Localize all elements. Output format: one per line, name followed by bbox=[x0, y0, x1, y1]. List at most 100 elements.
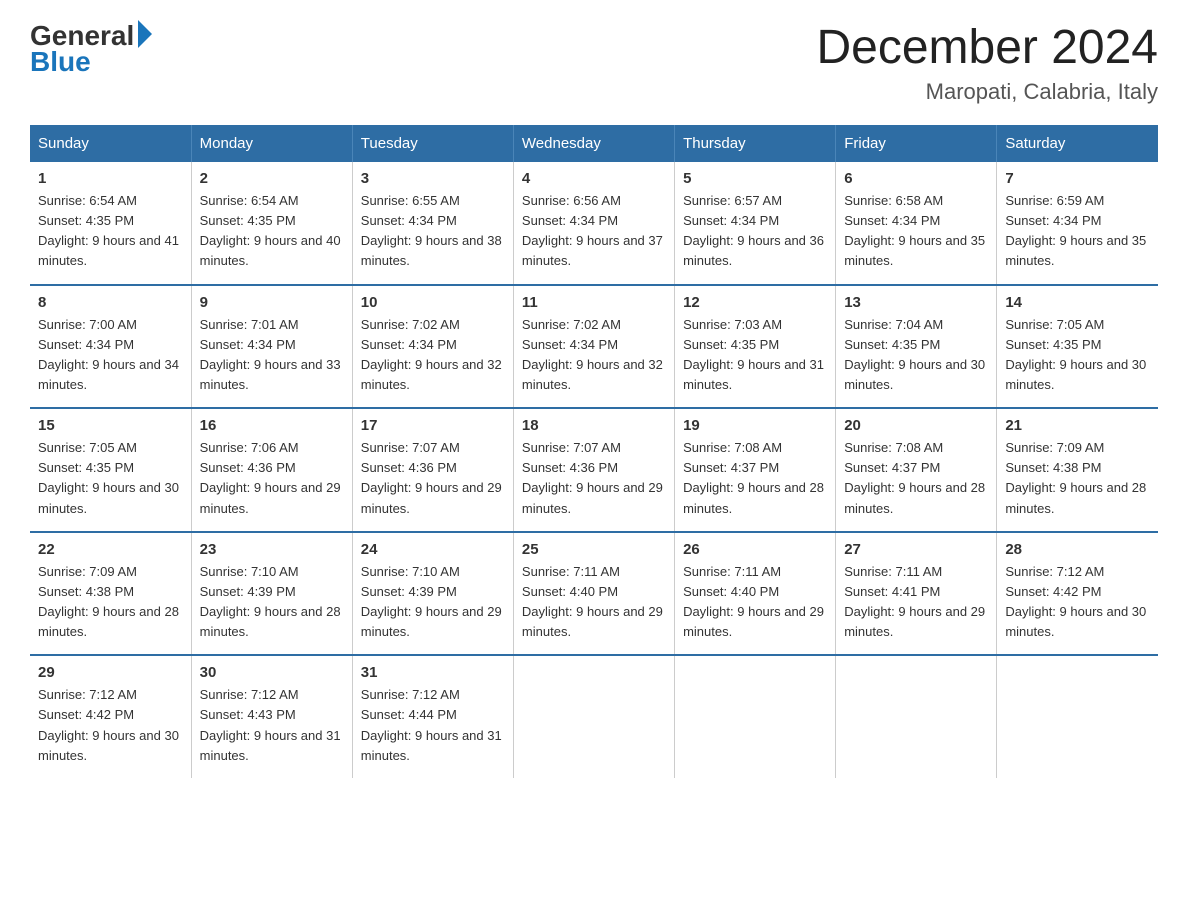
day-info: Sunrise: 6:59 AMSunset: 4:34 PMDaylight:… bbox=[1005, 191, 1150, 272]
day-number: 9 bbox=[200, 294, 344, 311]
header-row: SundayMondayTuesdayWednesdayThursdayFrid… bbox=[30, 125, 1158, 162]
calendar-cell: 1 Sunrise: 6:54 AMSunset: 4:35 PMDaylight… bbox=[30, 162, 191, 285]
day-info: Sunrise: 6:57 AMSunset: 4:34 PMDaylight:… bbox=[683, 191, 827, 272]
day-number: 25 bbox=[522, 541, 666, 558]
day-number: 1 bbox=[38, 170, 183, 187]
calendar-cell: 18 Sunrise: 7:07 AMSunset: 4:36 PMDayligh… bbox=[513, 408, 674, 532]
day-info: Sunrise: 7:07 AMSunset: 4:36 PMDaylight:… bbox=[522, 438, 666, 519]
day-info: Sunrise: 7:04 AMSunset: 4:35 PMDaylight:… bbox=[844, 315, 988, 396]
calendar-cell: 12 Sunrise: 7:03 AMSunset: 4:35 PMDayligh… bbox=[675, 285, 836, 409]
day-number: 26 bbox=[683, 541, 827, 558]
day-of-week-header: Friday bbox=[836, 125, 997, 162]
day-info: Sunrise: 7:01 AMSunset: 4:34 PMDaylight:… bbox=[200, 315, 344, 396]
day-info: Sunrise: 7:12 AMSunset: 4:44 PMDaylight:… bbox=[361, 685, 505, 766]
day-number: 8 bbox=[38, 294, 183, 311]
logo: General Blue bbox=[30, 20, 152, 78]
day-of-week-header: Tuesday bbox=[352, 125, 513, 162]
calendar-cell: 23 Sunrise: 7:10 AMSunset: 4:39 PMDayligh… bbox=[191, 532, 352, 656]
day-number: 24 bbox=[361, 541, 505, 558]
calendar-cell: 19 Sunrise: 7:08 AMSunset: 4:37 PMDayligh… bbox=[675, 408, 836, 532]
location-subtitle: Maropati, Calabria, Italy bbox=[816, 79, 1158, 105]
day-number: 2 bbox=[200, 170, 344, 187]
calendar-cell: 29 Sunrise: 7:12 AMSunset: 4:42 PMDayligh… bbox=[30, 655, 191, 778]
day-number: 21 bbox=[1005, 417, 1150, 434]
day-number: 17 bbox=[361, 417, 505, 434]
day-number: 31 bbox=[361, 664, 505, 681]
calendar-cell: 3Sunrise: 6:55 AMSunset: 4:34 PMDaylight… bbox=[352, 162, 513, 285]
day-info: Sunrise: 7:08 AMSunset: 4:37 PMDaylight:… bbox=[683, 438, 827, 519]
day-info: Sunrise: 6:56 AMSunset: 4:34 PMDaylight:… bbox=[522, 191, 666, 272]
logo-arrow-icon bbox=[138, 20, 152, 48]
day-info: Sunrise: 6:54 AMSunset: 4:35 PMDaylight:… bbox=[200, 191, 344, 272]
calendar-week-row: 1 Sunrise: 6:54 AMSunset: 4:35 PMDaylight… bbox=[30, 162, 1158, 285]
day-info: Sunrise: 7:05 AMSunset: 4:35 PMDaylight:… bbox=[1005, 315, 1150, 396]
calendar-cell: 20Sunrise: 7:08 AMSunset: 4:37 PMDayligh… bbox=[836, 408, 997, 532]
day-number: 27 bbox=[844, 541, 988, 558]
day-number: 6 bbox=[844, 170, 988, 187]
calendar-cell: 28Sunrise: 7:12 AMSunset: 4:42 PMDayligh… bbox=[997, 532, 1158, 656]
calendar-cell bbox=[675, 655, 836, 778]
calendar-cell: 27 Sunrise: 7:11 AMSunset: 4:41 PMDayligh… bbox=[836, 532, 997, 656]
day-info: Sunrise: 7:06 AMSunset: 4:36 PMDaylight:… bbox=[200, 438, 344, 519]
calendar-cell: 2 Sunrise: 6:54 AMSunset: 4:35 PMDaylight… bbox=[191, 162, 352, 285]
calendar-cell bbox=[836, 655, 997, 778]
day-info: Sunrise: 7:09 AMSunset: 4:38 PMDaylight:… bbox=[1005, 438, 1150, 519]
day-of-week-header: Sunday bbox=[30, 125, 191, 162]
calendar-cell: 4 Sunrise: 6:56 AMSunset: 4:34 PMDaylight… bbox=[513, 162, 674, 285]
day-number: 12 bbox=[683, 294, 827, 311]
calendar-week-row: 8 Sunrise: 7:00 AMSunset: 4:34 PMDaylight… bbox=[30, 285, 1158, 409]
calendar-cell: 15Sunrise: 7:05 AMSunset: 4:35 PMDayligh… bbox=[30, 408, 191, 532]
calendar-cell: 11 Sunrise: 7:02 AMSunset: 4:34 PMDayligh… bbox=[513, 285, 674, 409]
day-number: 5 bbox=[683, 170, 827, 187]
calendar-cell: 26Sunrise: 7:11 AMSunset: 4:40 PMDayligh… bbox=[675, 532, 836, 656]
day-number: 11 bbox=[522, 294, 666, 311]
day-number: 14 bbox=[1005, 294, 1150, 311]
calendar-cell: 7 Sunrise: 6:59 AMSunset: 4:34 PMDaylight… bbox=[997, 162, 1158, 285]
day-number: 13 bbox=[844, 294, 988, 311]
day-info: Sunrise: 7:07 AMSunset: 4:36 PMDaylight:… bbox=[361, 438, 505, 519]
day-of-week-header: Wednesday bbox=[513, 125, 674, 162]
day-info: Sunrise: 7:03 AMSunset: 4:35 PMDaylight:… bbox=[683, 315, 827, 396]
day-number: 23 bbox=[200, 541, 344, 558]
calendar-cell: 22 Sunrise: 7:09 AMSunset: 4:38 PMDayligh… bbox=[30, 532, 191, 656]
day-info: Sunrise: 7:11 AMSunset: 4:41 PMDaylight:… bbox=[844, 562, 988, 643]
calendar-cell: 31 Sunrise: 7:12 AMSunset: 4:44 PMDayligh… bbox=[352, 655, 513, 778]
calendar-week-row: 22 Sunrise: 7:09 AMSunset: 4:38 PMDayligh… bbox=[30, 532, 1158, 656]
title-section: December 2024 Maropati, Calabria, Italy bbox=[816, 20, 1158, 105]
calendar-cell: 21 Sunrise: 7:09 AMSunset: 4:38 PMDayligh… bbox=[997, 408, 1158, 532]
day-number: 18 bbox=[522, 417, 666, 434]
day-info: Sunrise: 7:10 AMSunset: 4:39 PMDaylight:… bbox=[200, 562, 344, 643]
day-info: Sunrise: 7:02 AMSunset: 4:34 PMDaylight:… bbox=[522, 315, 666, 396]
day-number: 10 bbox=[361, 294, 505, 311]
day-info: Sunrise: 7:02 AMSunset: 4:34 PMDaylight:… bbox=[361, 315, 505, 396]
day-number: 4 bbox=[522, 170, 666, 187]
calendar-cell: 13 Sunrise: 7:04 AMSunset: 4:35 PMDayligh… bbox=[836, 285, 997, 409]
calendar-week-row: 15Sunrise: 7:05 AMSunset: 4:35 PMDayligh… bbox=[30, 408, 1158, 532]
calendar-cell: 6Sunrise: 6:58 AMSunset: 4:34 PMDaylight… bbox=[836, 162, 997, 285]
page-header: General Blue December 2024 Maropati, Cal… bbox=[30, 20, 1158, 105]
day-number: 19 bbox=[683, 417, 827, 434]
day-of-week-header: Thursday bbox=[675, 125, 836, 162]
month-year-title: December 2024 bbox=[816, 20, 1158, 75]
calendar-cell: 25 Sunrise: 7:11 AMSunset: 4:40 PMDayligh… bbox=[513, 532, 674, 656]
day-info: Sunrise: 7:00 AMSunset: 4:34 PMDaylight:… bbox=[38, 315, 183, 396]
calendar-cell bbox=[513, 655, 674, 778]
day-info: Sunrise: 7:11 AMSunset: 4:40 PMDaylight:… bbox=[522, 562, 666, 643]
day-number: 28 bbox=[1005, 541, 1150, 558]
calendar-table: SundayMondayTuesdayWednesdayThursdayFrid… bbox=[30, 125, 1158, 778]
calendar-header: SundayMondayTuesdayWednesdayThursdayFrid… bbox=[30, 125, 1158, 162]
day-number: 7 bbox=[1005, 170, 1150, 187]
day-info: Sunrise: 7:12 AMSunset: 4:42 PMDaylight:… bbox=[38, 685, 183, 766]
calendar-cell: 17 Sunrise: 7:07 AMSunset: 4:36 PMDayligh… bbox=[352, 408, 513, 532]
calendar-cell: 10 Sunrise: 7:02 AMSunset: 4:34 PMDayligh… bbox=[352, 285, 513, 409]
day-number: 15 bbox=[38, 417, 183, 434]
calendar-cell: 5 Sunrise: 6:57 AMSunset: 4:34 PMDaylight… bbox=[675, 162, 836, 285]
day-number: 22 bbox=[38, 541, 183, 558]
calendar-cell: 9 Sunrise: 7:01 AMSunset: 4:34 PMDaylight… bbox=[191, 285, 352, 409]
day-info: Sunrise: 6:54 AMSunset: 4:35 PMDaylight:… bbox=[38, 191, 183, 272]
day-number: 29 bbox=[38, 664, 183, 681]
day-info: Sunrise: 7:09 AMSunset: 4:38 PMDaylight:… bbox=[38, 562, 183, 643]
day-number: 3 bbox=[361, 170, 505, 187]
day-number: 20 bbox=[844, 417, 988, 434]
day-info: Sunrise: 7:10 AMSunset: 4:39 PMDaylight:… bbox=[361, 562, 505, 643]
